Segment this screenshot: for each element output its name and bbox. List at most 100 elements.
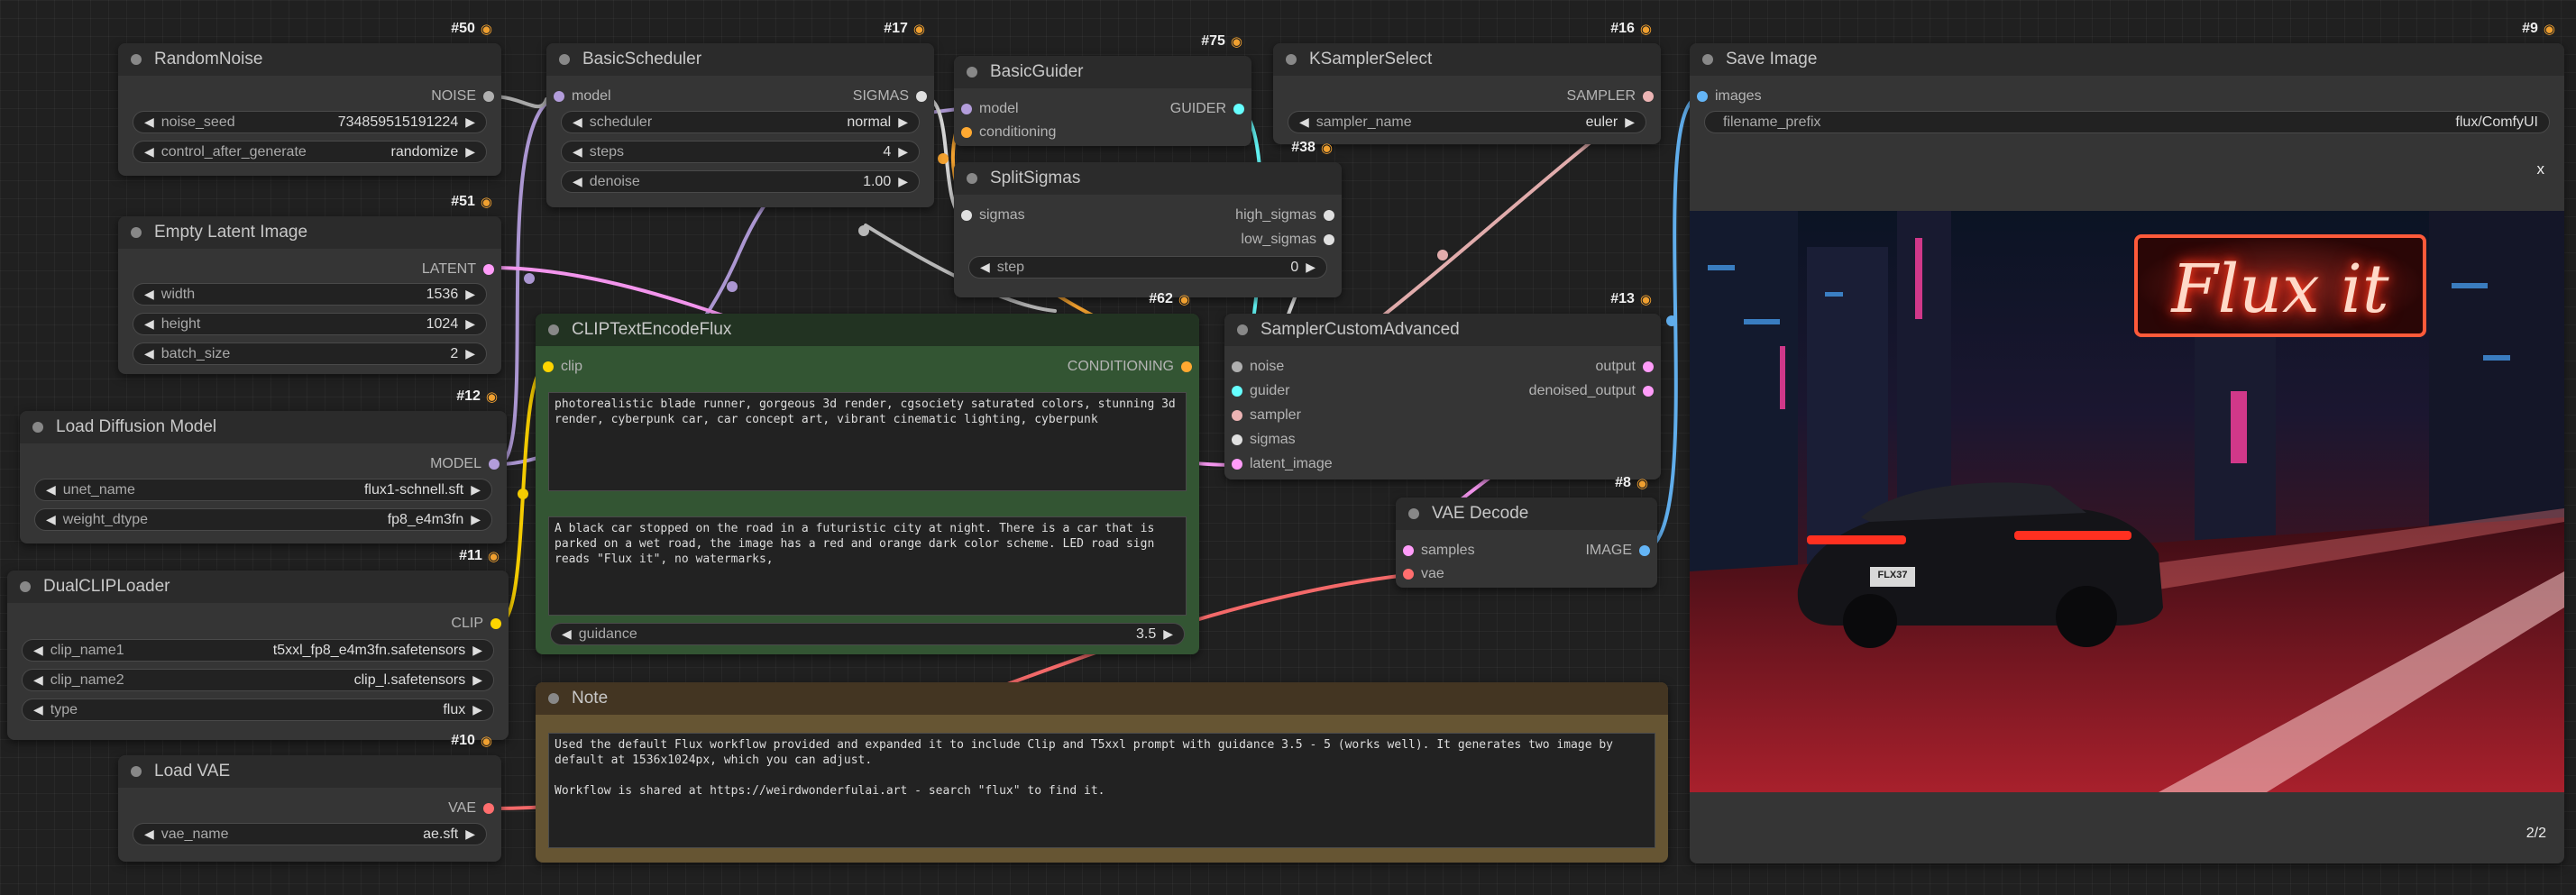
output-model[interactable]: MODEL <box>430 456 500 472</box>
node-split-sigmas[interactable]: #38 ◉ SplitSigmas sigmas high_sigmas low_… <box>954 140 1342 297</box>
arrow-left-icon[interactable]: ◀ <box>144 144 154 160</box>
node-title[interactable]: RandomNoise <box>118 43 501 76</box>
collapse-dot-icon[interactable] <box>1286 54 1297 65</box>
socket-icon[interactable] <box>490 618 501 629</box>
output-vae[interactable]: VAE <box>448 800 494 817</box>
collapse-dot-icon[interactable] <box>1702 54 1713 65</box>
arrow-left-icon[interactable]: ◀ <box>573 174 582 189</box>
collapse-dot-icon[interactable] <box>967 67 977 78</box>
socket-icon[interactable] <box>1232 459 1242 470</box>
collapse-dot-icon[interactable] <box>32 422 43 433</box>
collapse-dot-icon[interactable] <box>131 766 142 777</box>
socket-icon[interactable] <box>1643 361 1654 372</box>
image-preview[interactable]: Flux it FLX37 <box>1690 211 2564 792</box>
arrow-left-icon[interactable]: ◀ <box>33 672 43 688</box>
input-samples[interactable]: samples <box>1403 543 1475 559</box>
output-high-sigmas[interactable]: high_sigmas <box>1235 207 1334 224</box>
node-title[interactable]: Empty Latent Image <box>118 216 501 249</box>
socket-icon[interactable] <box>483 264 494 275</box>
arrow-right-icon[interactable]: ▶ <box>471 512 481 527</box>
widget-clip-name2[interactable]: ◀ clip_name2 clip_l.safetensors ▶ <box>22 669 494 691</box>
node-random-noise[interactable]: #50 ◉ RandomNoise NOISE ◀ noise_seed 734859… <box>118 21 501 176</box>
socket-icon[interactable] <box>1324 210 1334 221</box>
widget-height[interactable]: ◀ height 1024 ▶ <box>133 313 487 335</box>
output-latent[interactable]: LATENT <box>422 261 494 278</box>
widget-weight-dtype[interactable]: ◀ weight_dtype fp8_e4m3fn ▶ <box>34 508 492 531</box>
close-preview-button[interactable]: x <box>2537 160 2545 178</box>
node-dual-clip-loader[interactable]: #11 ◉ DualCLIPLoader CLIP ◀ clip_name1 t5xx… <box>7 548 509 740</box>
node-clip-text-encode-flux[interactable]: #62 ◉ CLIPTextEncodeFlux clip CONDITIONIN… <box>536 291 1199 654</box>
arrow-left-icon[interactable]: ◀ <box>46 482 56 498</box>
socket-icon[interactable] <box>961 210 972 221</box>
socket-icon[interactable] <box>554 91 564 102</box>
input-conditioning[interactable]: conditioning <box>961 124 1056 141</box>
node-title[interactable]: Note <box>536 682 1668 715</box>
input-sigmas[interactable]: sigmas <box>1232 432 1296 448</box>
arrow-right-icon[interactable]: ▶ <box>1306 260 1316 275</box>
widget-sampler-name[interactable]: ◀ sampler_name euler ▶ <box>1288 111 1646 133</box>
widget-scheduler[interactable]: ◀ scheduler normal ▶ <box>561 111 920 133</box>
node-title[interactable]: Load VAE <box>118 755 501 788</box>
node-ksampler-select[interactable]: #16 ◉ KSamplerSelect SAMPLER ◀ sampler_nam… <box>1273 21 1661 144</box>
widget-filename-prefix[interactable]: filename_prefix flux/ComfyUI <box>1704 111 2550 133</box>
node-title[interactable]: Save Image <box>1690 43 2564 76</box>
arrow-right-icon[interactable]: ▶ <box>1625 114 1635 130</box>
arrow-left-icon[interactable]: ◀ <box>1299 114 1309 130</box>
node-title[interactable]: SamplerCustomAdvanced <box>1224 314 1661 346</box>
arrow-right-icon[interactable]: ▶ <box>465 114 475 130</box>
widget-steps[interactable]: ◀ steps 4 ▶ <box>561 141 920 163</box>
arrow-left-icon[interactable]: ◀ <box>144 316 154 332</box>
input-latent-image[interactable]: latent_image <box>1232 456 1333 472</box>
output-noise[interactable]: NOISE <box>431 88 494 105</box>
socket-icon[interactable] <box>1643 386 1654 397</box>
output-output[interactable]: output <box>1596 359 1654 375</box>
widget-clip-name1[interactable]: ◀ clip_name1 t5xxl_fp8_e4m3fn.safetensors ▶ <box>22 639 494 662</box>
widget-guidance[interactable]: ◀ guidance 3.5 ▶ <box>550 623 1185 645</box>
arrow-left-icon[interactable]: ◀ <box>562 626 572 642</box>
output-denoised-output[interactable]: denoised_output <box>1529 383 1654 399</box>
socket-icon[interactable] <box>961 127 972 138</box>
widget-unet-name[interactable]: ◀ unet_name flux1-schnell.sft ▶ <box>34 479 492 501</box>
output-clip[interactable]: CLIP <box>451 616 501 632</box>
arrow-left-icon[interactable]: ◀ <box>980 260 990 275</box>
socket-icon[interactable] <box>916 91 927 102</box>
socket-icon[interactable] <box>483 91 494 102</box>
collapse-dot-icon[interactable] <box>131 227 142 238</box>
arrow-left-icon[interactable]: ◀ <box>144 114 154 130</box>
socket-icon[interactable] <box>1232 410 1242 421</box>
socket-icon[interactable] <box>1181 361 1192 372</box>
node-title[interactable]: BasicScheduler <box>546 43 934 76</box>
node-title[interactable]: BasicGuider <box>954 56 1251 88</box>
input-guider[interactable]: guider <box>1232 383 1289 399</box>
output-low-sigmas[interactable]: low_sigmas <box>1241 232 1334 248</box>
widget-batch-size[interactable]: ◀ batch_size 2 ▶ <box>133 342 487 365</box>
socket-icon[interactable] <box>1324 234 1334 245</box>
node-basic-guider[interactable]: #75 ◉ BasicGuider model GUIDER conditioni… <box>954 33 1251 146</box>
node-note[interactable]: Note Used the default Flux workflow prov… <box>536 682 1668 863</box>
socket-icon[interactable] <box>1643 91 1654 102</box>
node-title[interactable]: VAE Decode <box>1396 498 1657 530</box>
collapse-dot-icon[interactable] <box>20 581 31 592</box>
arrow-right-icon[interactable]: ▶ <box>472 702 482 717</box>
node-save-image[interactable]: #9 ◉ Save Image images filename_prefix flu… <box>1690 21 2564 863</box>
socket-icon[interactable] <box>489 459 500 470</box>
collapse-dot-icon[interactable] <box>1237 324 1248 335</box>
socket-icon[interactable] <box>1232 386 1242 397</box>
widget-step[interactable]: ◀ step 0 ▶ <box>968 256 1327 279</box>
socket-icon[interactable] <box>543 361 554 372</box>
node-load-diffusion-model[interactable]: #12 ◉ Load Diffusion Model MODEL ◀ unet_na… <box>20 388 507 543</box>
node-title[interactable]: KSamplerSelect <box>1273 43 1661 76</box>
socket-icon[interactable] <box>483 803 494 814</box>
note-textarea[interactable]: Used the default Flux workflow provided … <box>548 733 1655 848</box>
arrow-right-icon[interactable]: ▶ <box>472 643 482 658</box>
arrow-left-icon[interactable]: ◀ <box>144 287 154 302</box>
arrow-right-icon[interactable]: ▶ <box>465 144 475 160</box>
widget-noise-seed[interactable]: ◀ noise_seed 734859515191224 ▶ <box>133 111 487 133</box>
input-vae[interactable]: vae <box>1403 566 1444 582</box>
output-sampler[interactable]: SAMPLER <box>1567 88 1654 105</box>
arrow-left-icon[interactable]: ◀ <box>573 114 582 130</box>
node-empty-latent-image[interactable]: #51 ◉ Empty Latent Image LATENT ◀ width 153… <box>118 194 501 374</box>
output-sigmas[interactable]: SIGMAS <box>853 88 927 105</box>
node-vae-decode[interactable]: #8 ◉ VAE Decode samples vae IMAGE <box>1396 475 1657 588</box>
clip-l-prompt-textarea[interactable]: photorealistic blade runner, gorgeous 3d… <box>548 392 1187 491</box>
